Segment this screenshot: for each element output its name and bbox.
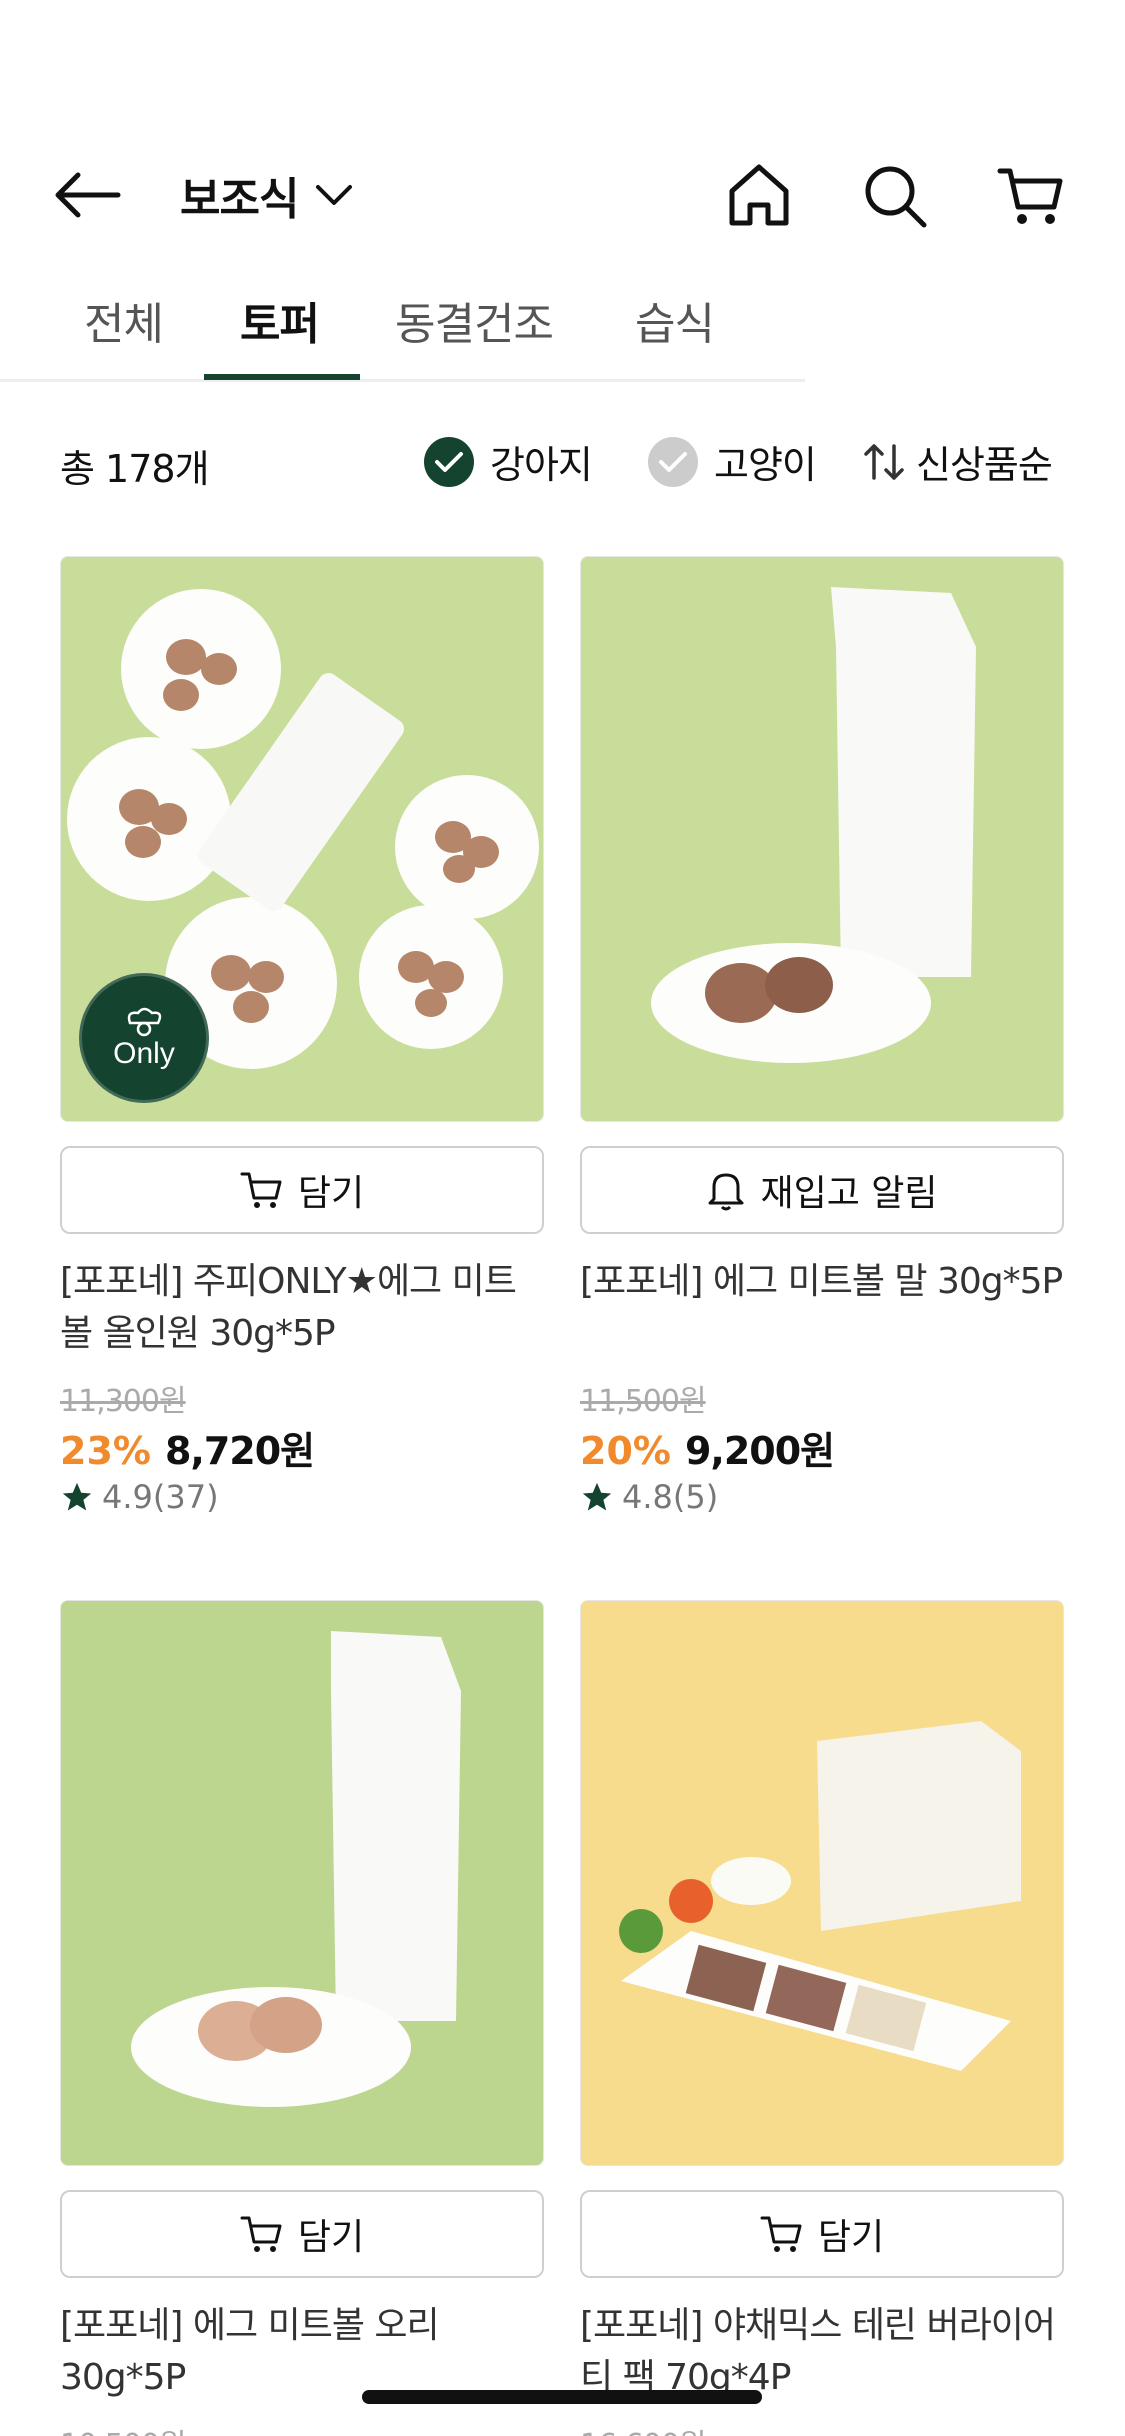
- search-button[interactable]: [853, 154, 937, 238]
- sale-price: 8,720원: [164, 1429, 315, 1473]
- rating: 4.9(37): [60, 1478, 219, 1516]
- add-to-cart-button[interactable]: 담기: [60, 2190, 544, 2278]
- tab-all[interactable]: 전체: [84, 288, 164, 378]
- product-image[interactable]: [60, 1600, 544, 2166]
- product-list-screen: 보조식 전체 토퍼 동결건조 습식 총 178개 강아지 고양이 신상품순 On…: [0, 0, 1125, 2436]
- home-indicator[interactable]: [362, 2390, 762, 2404]
- filter-bar: 총 178개 강아지 고양이 신상품순: [0, 430, 1125, 500]
- original-price: 10,500원: [60, 2420, 187, 2436]
- category-tabs: 전체 토퍼 동결건조 습식: [0, 270, 805, 382]
- page-title: 보조식: [180, 174, 299, 225]
- product-photo: [61, 1601, 543, 2165]
- filter-dog[interactable]: 강아지: [424, 434, 593, 489]
- bell-icon: [708, 1173, 744, 1211]
- sort-label: 신상품순: [916, 443, 1053, 487]
- arrow-left-icon: [55, 172, 121, 218]
- tab-freeze-dried[interactable]: 동결건조: [395, 288, 554, 378]
- cart-icon: [240, 1172, 282, 1208]
- app-header: 보조식: [0, 140, 1125, 250]
- home-icon: [729, 164, 789, 226]
- product-image[interactable]: Only: [60, 556, 544, 1122]
- category-selector[interactable]: 보조식: [180, 162, 354, 228]
- sort-icon: [864, 443, 904, 480]
- cart-icon: [760, 2216, 802, 2252]
- checkmark-icon: [424, 436, 474, 487]
- cart-icon: [997, 168, 1063, 224]
- chevron-down-icon: [316, 185, 353, 205]
- product-name[interactable]: [포포네] 에그 미트볼 말 30g*5P: [580, 1256, 1064, 1308]
- sale-price: 9,200원: [684, 1429, 835, 1473]
- search-icon: [865, 166, 927, 228]
- cart-icon: [240, 2216, 282, 2252]
- dog-chef-icon: [127, 1007, 162, 1037]
- total-count: 총 178개: [60, 447, 210, 491]
- cart-button[interactable]: [989, 154, 1073, 238]
- add-to-cart-button[interactable]: 담기: [60, 1146, 544, 1234]
- rating: 4.8(5): [580, 1478, 718, 1516]
- product-card[interactable]: Only 담기 [포포네] 주피ONLY★에그 미트볼 올인원 30g*5P 1…: [60, 556, 544, 1516]
- filter-cat[interactable]: 고양이: [648, 434, 817, 489]
- product-image[interactable]: [580, 1600, 1064, 2166]
- filter-dog-label: 강아지: [490, 443, 593, 487]
- discount-rate: 23%: [60, 1429, 151, 1473]
- original-price: 16,600원: [580, 2420, 707, 2436]
- tab-wet-food[interactable]: 습식: [635, 288, 715, 378]
- star-icon: [582, 1482, 612, 1511]
- product-name[interactable]: [포포네] 야채믹스 테린 버라이어티 팩 70g*4P: [580, 2300, 1064, 2404]
- price-row: 20% 9,200원: [580, 1420, 835, 1475]
- product-image[interactable]: [580, 556, 1064, 1122]
- checkmark-icon: [648, 436, 698, 487]
- product-card[interactable]: 재입고 알림 [포포네] 에그 미트볼 말 30g*5P 11,500원 20%…: [580, 556, 1064, 1516]
- only-badge: Only: [79, 973, 209, 1103]
- active-tab-indicator: [204, 374, 360, 380]
- header-actions: [717, 154, 1073, 238]
- product-photo: [581, 557, 1063, 1121]
- product-card[interactable]: 담기 [포포네] 야채믹스 테린 버라이어티 팩 70g*4P 16,600원: [580, 1600, 1064, 2436]
- star-icon: [62, 1482, 92, 1511]
- tab-topper[interactable]: 토퍼: [240, 288, 320, 378]
- home-button[interactable]: [717, 154, 801, 238]
- price-row: 23% 8,720원: [60, 1420, 315, 1475]
- restock-alert-button[interactable]: 재입고 알림: [580, 1146, 1064, 1234]
- discount-rate: 20%: [580, 1429, 671, 1473]
- product-card[interactable]: 담기 [포포네] 에그 미트볼 오리 30g*5P 10,500원: [60, 1600, 544, 2436]
- back-button[interactable]: [52, 162, 132, 228]
- product-name[interactable]: [포포네] 에그 미트볼 오리 30g*5P: [60, 2300, 544, 2404]
- original-price: 11,300원: [60, 1384, 187, 1419]
- add-to-cart-button[interactable]: 담기: [580, 2190, 1064, 2278]
- product-name[interactable]: [포포네] 주피ONLY★에그 미트볼 올인원 30g*5P: [60, 1256, 544, 1360]
- product-photo: [581, 1601, 1063, 2165]
- original-price: 11,500원: [580, 1384, 707, 1419]
- filter-cat-label: 고양이: [714, 443, 817, 487]
- sort-selector[interactable]: 신상품순: [862, 434, 1053, 489]
